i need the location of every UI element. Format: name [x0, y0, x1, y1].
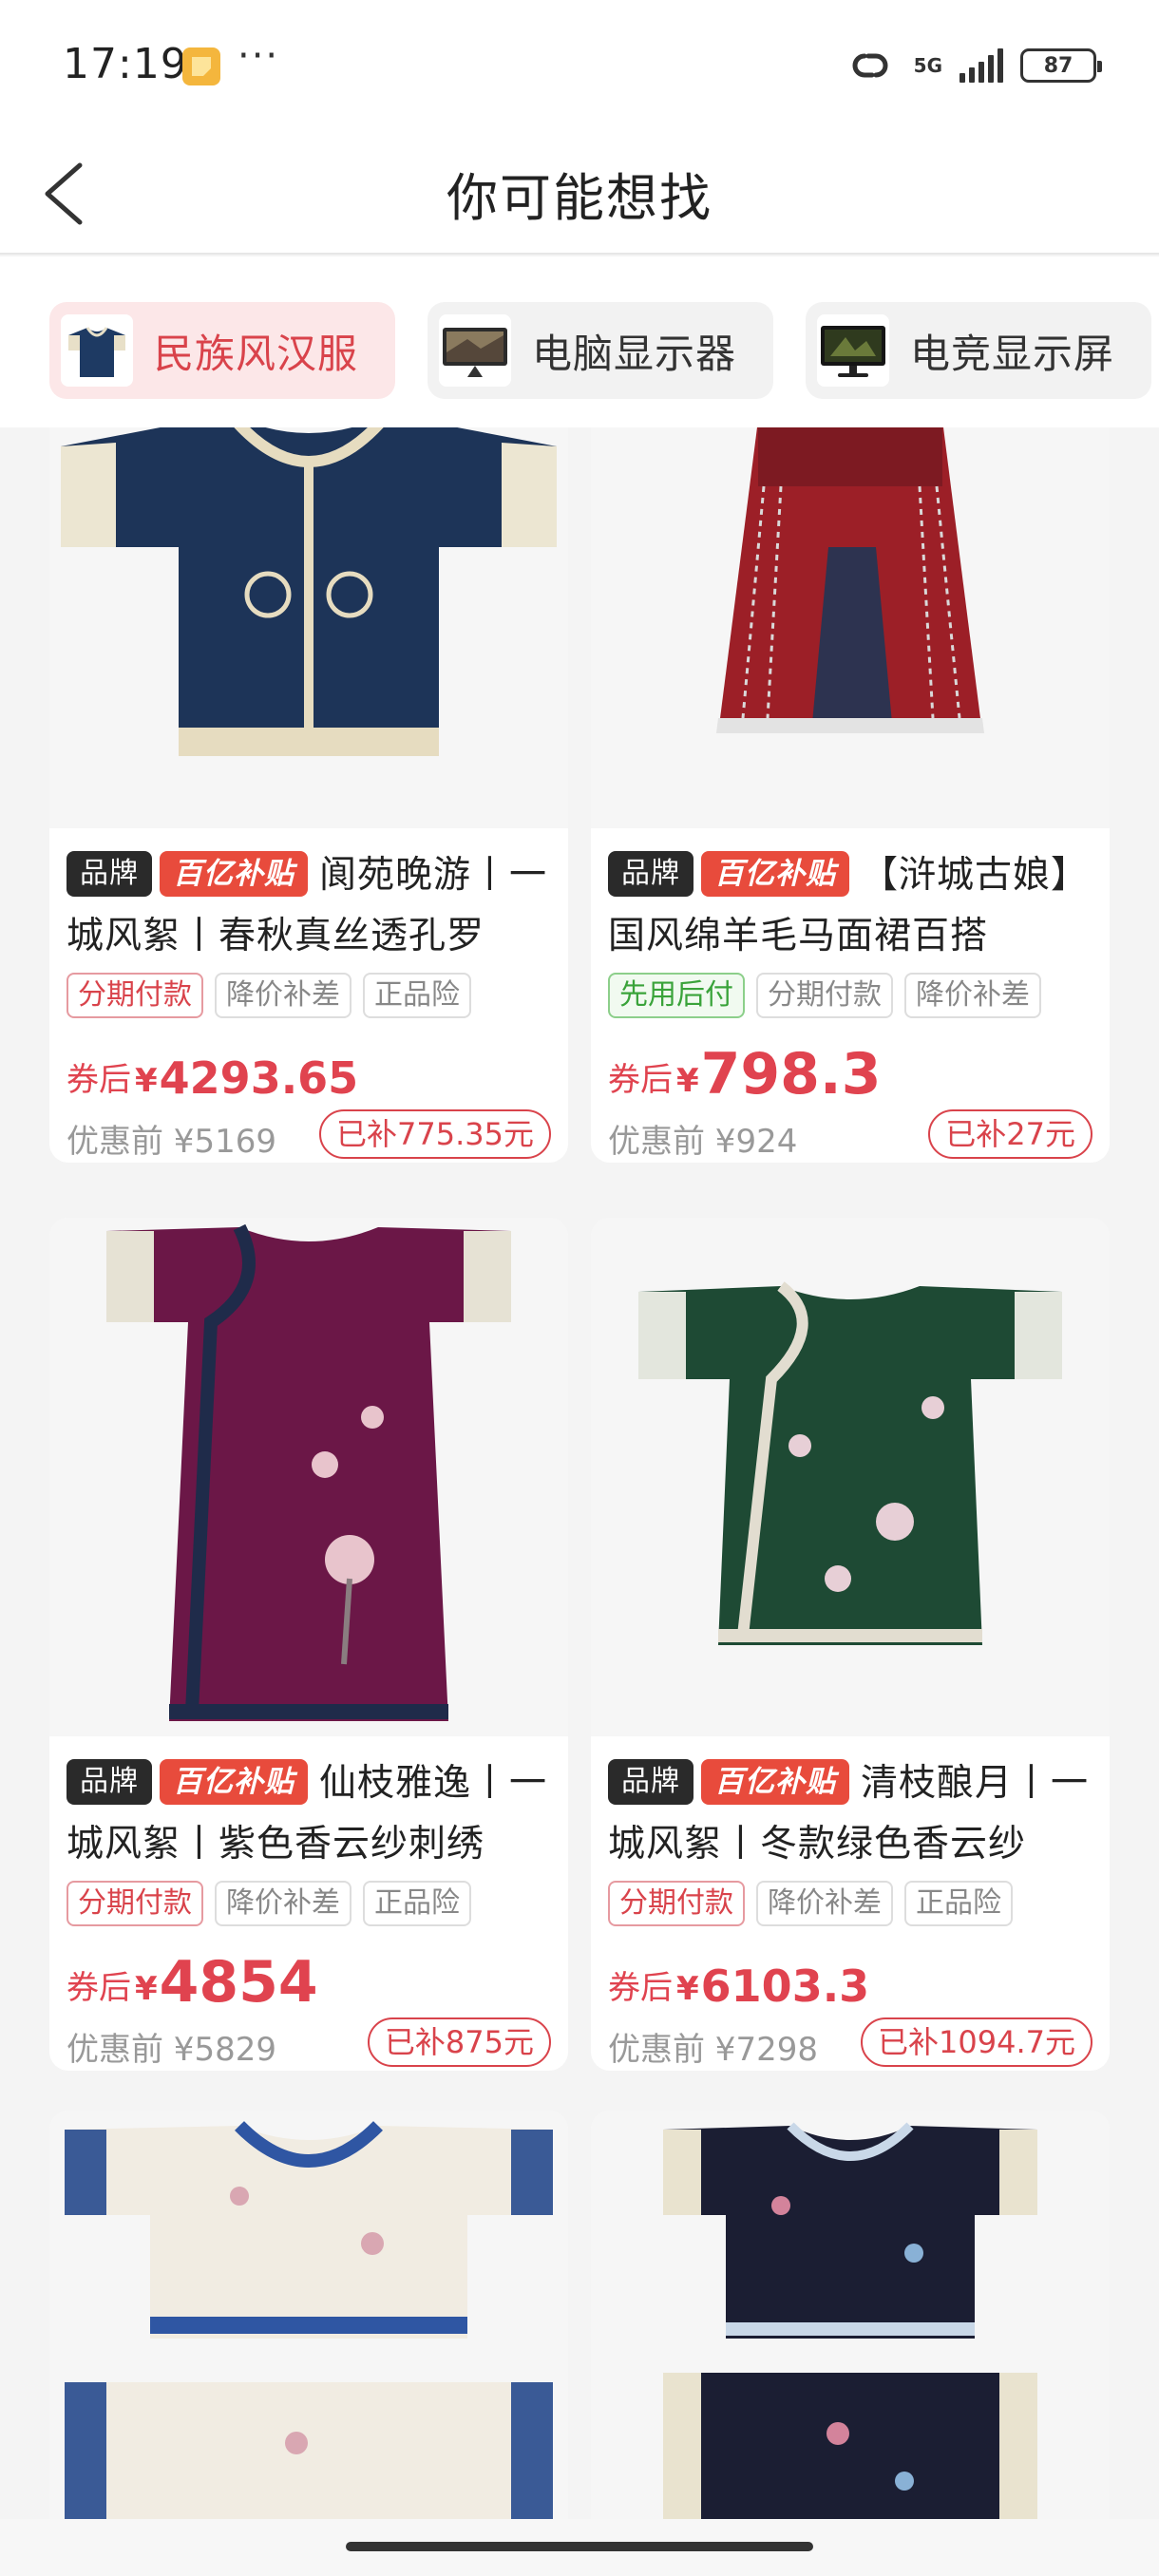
service-tags: 分期付款 降价补差 正品险	[608, 1881, 1092, 1928]
subsidy-badge: 百亿补贴	[701, 1758, 849, 1805]
product-image	[49, 427, 568, 828]
link-icon	[852, 53, 888, 78]
original-price: 优惠前 ¥5829	[66, 2031, 276, 2069]
product-card[interactable]: 品牌 百亿补贴 【浒城古娘】国风绵羊毛马面裙百搭 先用后付 分期付款 降价补差 券后…	[591, 427, 1110, 1163]
chip-label: 电脑显示器	[532, 330, 737, 377]
notes-app-icon	[182, 47, 220, 85]
price-row: 券后 ¥ 4854	[66, 1949, 551, 2016]
suggestion-chips: 民族风汉服 电脑显示器 电竞显示屏	[0, 256, 1159, 427]
home-indicator-handle[interactable]	[346, 2542, 813, 2551]
price-prefix: 券后	[608, 1969, 673, 2007]
price-value: 4854	[159, 1949, 318, 2016]
tag-installment: 分期付款	[756, 973, 893, 1018]
price-value: 798.3	[700, 1041, 882, 1108]
price-prefix: 券后	[608, 1061, 673, 1099]
battery-icon: 87	[1020, 48, 1102, 83]
chip-hanfu[interactable]: 民族风汉服	[49, 302, 395, 399]
tag-authentic-insurance: 正品险	[363, 973, 471, 1018]
currency-symbol: ¥	[135, 1062, 158, 1100]
service-tags: 分期付款 降价补差 正品险	[66, 1881, 551, 1928]
battery-level: 87	[1043, 53, 1074, 78]
signal-icon	[960, 48, 1003, 83]
product-title: 品牌 百亿补贴 【浒城古娘】国风绵羊毛马面裙百搭	[608, 845, 1092, 967]
chip-label: 电竞显示屏	[910, 330, 1115, 377]
currency-symbol: ¥	[676, 1970, 699, 2008]
price-info-row: 优惠前 ¥5169 已补775.35元	[66, 1108, 551, 1163]
brand-badge: 品牌	[66, 1758, 152, 1805]
product-card[interactable]: 品牌 百亿补贴 仙枝雅逸丨一城风絮丨紫色香云纱刺绣 分期付款 降价补差 正品险 券后…	[49, 1218, 568, 2071]
tag-installment: 分期付款	[608, 1881, 745, 1926]
brand-badge: 品牌	[608, 1758, 694, 1805]
product-image	[591, 1218, 1110, 1736]
original-price: 优惠前 ¥7298	[608, 2031, 818, 2069]
subsidy-badge: 百亿补贴	[701, 850, 849, 897]
tag-installment: 分期付款	[66, 973, 203, 1018]
service-tags: 先用后付 分期付款 降价补差	[608, 973, 1092, 1020]
product-image	[591, 427, 1110, 828]
chip-label: 民族风汉服	[154, 330, 359, 377]
hanfu-thumbnail	[61, 314, 133, 387]
subsidy-amount-badge: 已补27元	[928, 1109, 1092, 1159]
tag-price-protection: 降价补差	[756, 1881, 893, 1926]
price-value: 6103.3	[700, 1960, 870, 2012]
tag-buy-now-pay-later: 先用后付	[608, 973, 745, 1018]
chip-gaming-monitor[interactable]: 电竞显示屏	[806, 302, 1151, 399]
service-tags: 分期付款 降价补差 正品险	[66, 973, 551, 1020]
tag-authentic-insurance: 正品险	[363, 1881, 471, 1926]
product-image	[49, 1218, 568, 1736]
chip-monitor[interactable]: 电脑显示器	[428, 302, 773, 399]
tag-price-protection: 降价补差	[215, 973, 352, 1018]
original-price: 优惠前 ¥924	[608, 1123, 798, 1161]
subsidy-badge: 百亿补贴	[160, 850, 308, 897]
page-header: 你可能想找	[0, 133, 1159, 255]
brand-badge: 品牌	[608, 850, 694, 897]
monitor-thumbnail	[439, 314, 511, 387]
subsidy-amount-badge: 已补1094.7元	[861, 2017, 1092, 2067]
brand-badge: 品牌	[66, 850, 152, 897]
tag-installment: 分期付款	[66, 1881, 203, 1926]
price-info-row: 优惠前 ¥924 已补27元	[608, 1108, 1092, 1163]
price-value: 4293.65	[159, 1052, 359, 1104]
product-title: 品牌 百亿补贴 清枝酿月丨一城风絮丨冬款绿色香云纱	[608, 1753, 1092, 1875]
subsidy-amount-badge: 已补775.35元	[319, 1109, 551, 1159]
subsidy-amount-badge: 已补875元	[367, 2017, 551, 2067]
product-card[interactable]: 品牌 百亿补贴 阆苑晚游丨一城风絮丨春秋真丝透孔罗 分期付款 降价补差 正品险 券后…	[49, 427, 568, 1163]
status-bar: 17:19 ··· 5G 87	[0, 0, 1159, 133]
more-notifications-icon: ···	[238, 34, 280, 78]
product-card[interactable]	[49, 2111, 568, 2576]
gaming-monitor-thumbnail	[817, 314, 889, 387]
product-card[interactable]	[591, 2111, 1110, 2576]
price-row: 券后 ¥ 4293.65	[66, 1047, 551, 1104]
product-image	[591, 2111, 1110, 2576]
subsidy-badge: 百亿补贴	[160, 1758, 308, 1805]
network-type-label: 5G	[913, 54, 942, 77]
status-indicators: 5G 87	[844, 42, 1102, 89]
product-feed: 品牌 百亿补贴 阆苑晚游丨一城风絮丨春秋真丝透孔罗 分期付款 降价补差 正品险 券后…	[0, 427, 1159, 2576]
home-indicator[interactable]	[0, 2519, 1159, 2576]
product-card[interactable]: 品牌 百亿补贴 清枝酿月丨一城风絮丨冬款绿色香云纱 分期付款 降价补差 正品险 券后…	[591, 1218, 1110, 2071]
price-info-row: 优惠前 ¥7298 已补1094.7元	[608, 2016, 1092, 2071]
price-info-row: 优惠前 ¥5829 已补875元	[66, 2016, 551, 2071]
currency-symbol: ¥	[676, 1062, 699, 1100]
page-title: 你可能想找	[446, 168, 712, 228]
price-row: 券后 ¥ 6103.3	[608, 1955, 1092, 2012]
product-title: 品牌 百亿补贴 仙枝雅逸丨一城风絮丨紫色香云纱刺绣	[66, 1753, 551, 1875]
product-title: 品牌 百亿补贴 阆苑晚游丨一城风絮丨春秋真丝透孔罗	[66, 845, 551, 967]
tag-authentic-insurance: 正品险	[904, 1881, 1013, 1926]
status-time: 17:19	[63, 40, 188, 88]
price-prefix: 券后	[66, 1969, 131, 2007]
original-price: 优惠前 ¥5169	[66, 1123, 276, 1161]
product-image	[49, 2111, 568, 2576]
tag-price-protection: 降价补差	[904, 973, 1041, 1018]
price-prefix: 券后	[66, 1061, 131, 1099]
tag-price-protection: 降价补差	[215, 1881, 352, 1926]
price-row: 券后 ¥ 798.3	[608, 1041, 1092, 1108]
currency-symbol: ¥	[135, 1970, 158, 2008]
